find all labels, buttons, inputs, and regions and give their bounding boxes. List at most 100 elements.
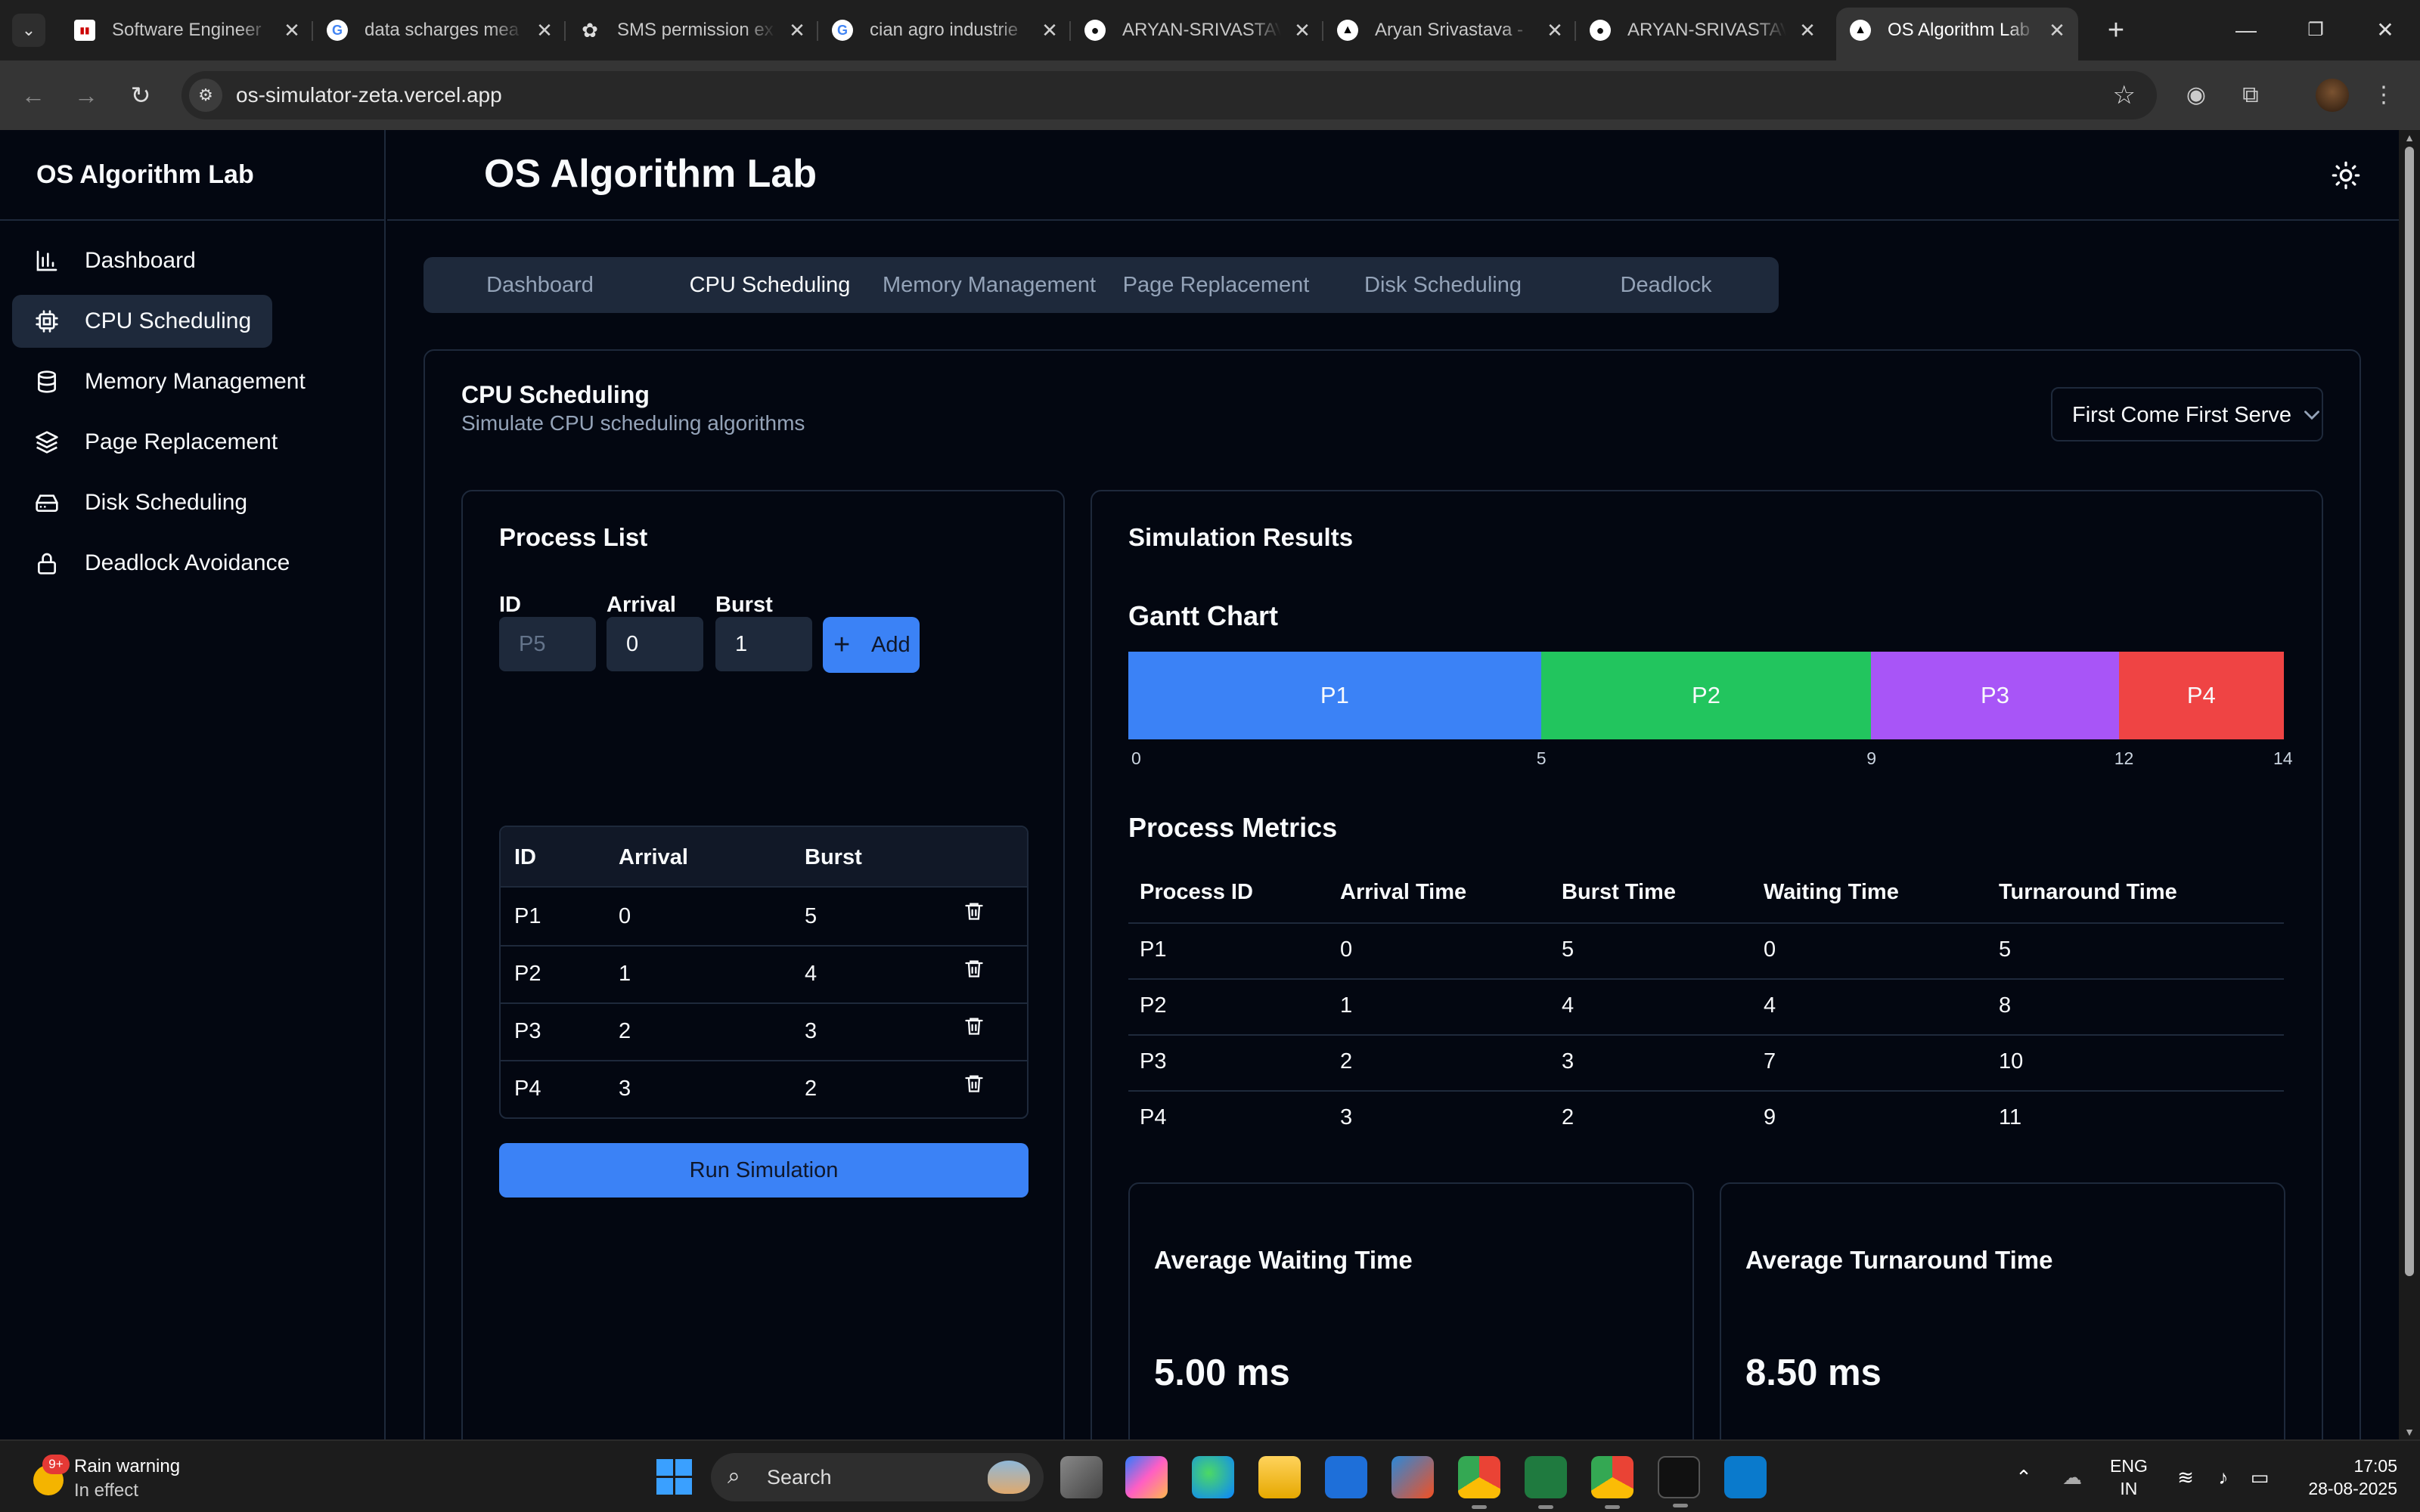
table-cell: P1	[1140, 937, 1167, 962]
outlook-icon[interactable]	[1325, 1456, 1367, 1498]
table-cell: 5	[805, 904, 818, 928]
scroll-up-icon[interactable]: ▲	[2399, 132, 2420, 144]
close-tab-icon[interactable]: ✕	[1544, 8, 1565, 53]
close-window-icon[interactable]: ✕	[2350, 0, 2420, 60]
tab-page-replacement[interactable]: Page Replacement	[1103, 257, 1329, 313]
table-cell: P3	[514, 1019, 541, 1043]
battery-icon[interactable]: ▭	[2245, 1441, 2275, 1512]
volume-icon[interactable]: ♪	[2208, 1441, 2238, 1512]
chrome-icon[interactable]	[1458, 1456, 1500, 1509]
gantt-tick-label: 5	[1536, 748, 1547, 768]
row-divider	[501, 1002, 1027, 1004]
browser-menu-icon[interactable]: ⋮	[2366, 77, 2402, 113]
tab-disk-scheduling[interactable]: Disk Scheduling	[1329, 257, 1556, 313]
reload-icon[interactable]: ↻	[121, 76, 160, 115]
browser-tab[interactable]: ● ARYAN-SRIVASTAV ✕	[1071, 8, 1323, 53]
trash-icon[interactable]	[963, 900, 985, 922]
browser-tab[interactable]: G cian agro industrie ✕	[818, 8, 1071, 53]
tab-dashboard[interactable]: Dashboard	[424, 257, 656, 313]
address-bar[interactable]: ⚙ os-simulator-zeta.vercel.app ☆	[182, 71, 2157, 119]
close-tab-icon[interactable]: ✕	[1292, 8, 1313, 53]
burst-input[interactable]: 1	[715, 617, 812, 671]
trash-icon[interactable]	[963, 1015, 985, 1037]
wifi-icon[interactable]: ≋	[2170, 1441, 2201, 1512]
gantt-tick-label: 0	[1131, 748, 1141, 768]
page-scrollbar[interactable]: ▲ ▼	[2399, 130, 2420, 1439]
algorithm-select[interactable]: First Come First Serve	[2051, 387, 2323, 442]
arrival-label: Arrival	[607, 593, 676, 617]
extensions-icon[interactable]: ⧉	[2232, 77, 2269, 113]
back-icon[interactable]: ←	[14, 76, 53, 115]
tab-cpu-scheduling[interactable]: CPU Scheduling	[656, 257, 883, 313]
sidebar-item-memory-management[interactable]: Memory Management	[12, 355, 306, 408]
close-tab-icon[interactable]: ✕	[281, 8, 302, 53]
copilot-icon[interactable]	[1125, 1456, 1168, 1498]
run-simulation-button[interactable]: Run Simulation	[499, 1143, 1028, 1198]
forward-icon[interactable]: →	[67, 76, 106, 115]
vscode-icon[interactable]	[1724, 1456, 1767, 1498]
theme-toggle-sun-icon[interactable]	[2331, 160, 2361, 191]
task-view-icon[interactable]	[1060, 1456, 1103, 1498]
arrival-input[interactable]: 0	[607, 617, 703, 671]
browser-tab-active[interactable]: ▲ OS Algorithm Lab ✕	[1836, 8, 2078, 60]
bar-chart-icon	[36, 250, 57, 271]
region-code: IN	[2120, 1479, 2138, 1498]
table-cell: 4	[1764, 993, 1776, 1018]
sheets-app-icon[interactable]	[1525, 1456, 1567, 1509]
file-explorer-icon[interactable]	[1258, 1456, 1301, 1498]
sidebar-item-deadlock-avoidance[interactable]: Deadlock Avoidance	[12, 537, 290, 590]
close-tab-icon[interactable]: ✕	[534, 8, 555, 53]
terminal-icon[interactable]	[1658, 1456, 1700, 1507]
scroll-down-icon[interactable]: ▼	[2399, 1426, 2420, 1438]
close-tab-icon[interactable]: ✕	[1039, 8, 1060, 53]
column-header: Turnaround Time	[1999, 880, 2177, 904]
avg-turnaround-value: 8.50 ms	[1745, 1352, 1882, 1393]
avatar[interactable]	[2316, 79, 2349, 112]
minimize-icon[interactable]: —	[2211, 0, 2281, 60]
camera-icon[interactable]: ◉	[2178, 77, 2214, 113]
page-title: OS Algorithm Lab	[484, 152, 818, 196]
table-cell: 2	[619, 1019, 631, 1043]
cpu-icon	[36, 310, 58, 333]
browser-tab[interactable]: ▮▮ Software Engineer ✕	[60, 8, 313, 53]
onedrive-off-icon[interactable]: ☁	[2057, 1441, 2087, 1512]
taskbar-search-label: Search	[767, 1466, 832, 1489]
add-process-button[interactable]: + Add	[823, 617, 920, 673]
microsoft-store-icon[interactable]	[1392, 1456, 1434, 1498]
sidebar-item-cpu-scheduling[interactable]: CPU Scheduling	[12, 295, 272, 348]
restore-icon[interactable]: ❐	[2281, 0, 2350, 60]
url-text[interactable]: os-simulator-zeta.vercel.app	[236, 71, 502, 119]
weather-widget[interactable]: 9+	[27, 1455, 73, 1500]
site-info-icon[interactable]: ⚙	[189, 79, 222, 112]
browser-tab[interactable]: ✿ SMS permission ex ✕	[566, 8, 818, 53]
windows-start-icon[interactable]	[656, 1459, 693, 1495]
tray-overflow-icon[interactable]: ⌃	[2009, 1441, 2039, 1512]
trash-icon[interactable]	[963, 1072, 985, 1095]
trash-icon[interactable]	[963, 957, 985, 980]
new-tab-button[interactable]: +	[2096, 11, 2136, 50]
tab-title: Aryan Srivastava -	[1375, 20, 1524, 40]
edge-icon[interactable]	[1192, 1456, 1234, 1498]
chrome-profile-icon[interactable]	[1591, 1456, 1634, 1509]
close-tab-icon[interactable]: ✕	[2046, 8, 2068, 53]
sidebar-item-disk-scheduling[interactable]: Disk Scheduling	[12, 476, 247, 529]
browser-tab[interactable]: ● ARYAN-SRIVASTAV ✕	[1576, 8, 1829, 53]
vercel-icon: ▲	[1850, 20, 1871, 41]
tab-search-button[interactable]: ⌄	[12, 14, 45, 47]
table-cell: 2	[805, 1077, 818, 1101]
tab-deadlock[interactable]: Deadlock	[1553, 257, 1779, 313]
close-tab-icon[interactable]: ✕	[1797, 8, 1818, 53]
taskbar-search[interactable]: ⌕ Search	[711, 1453, 1044, 1501]
weather-title: Rain warning	[74, 1456, 181, 1476]
tab-memory-management[interactable]: Memory Management	[876, 257, 1103, 313]
sidebar-item-page-replacement[interactable]: Page Replacement	[12, 416, 278, 469]
language-indicator[interactable]: ENG IN	[2110, 1455, 2148, 1500]
sidebar-item-dashboard[interactable]: Dashboard	[12, 234, 196, 287]
clock[interactable]: 17:05 28-08-2025	[2291, 1455, 2397, 1500]
browser-tab[interactable]: ▲ Aryan Srivastava - ✕	[1323, 8, 1576, 53]
scrollbar-thumb[interactable]	[2405, 147, 2414, 1276]
bookmark-star-icon[interactable]: ☆	[2113, 71, 2136, 119]
browser-tab[interactable]: G data scharges mea ✕	[313, 8, 566, 53]
process-id-input[interactable]: P5	[499, 617, 596, 671]
close-tab-icon[interactable]: ✕	[786, 8, 808, 53]
